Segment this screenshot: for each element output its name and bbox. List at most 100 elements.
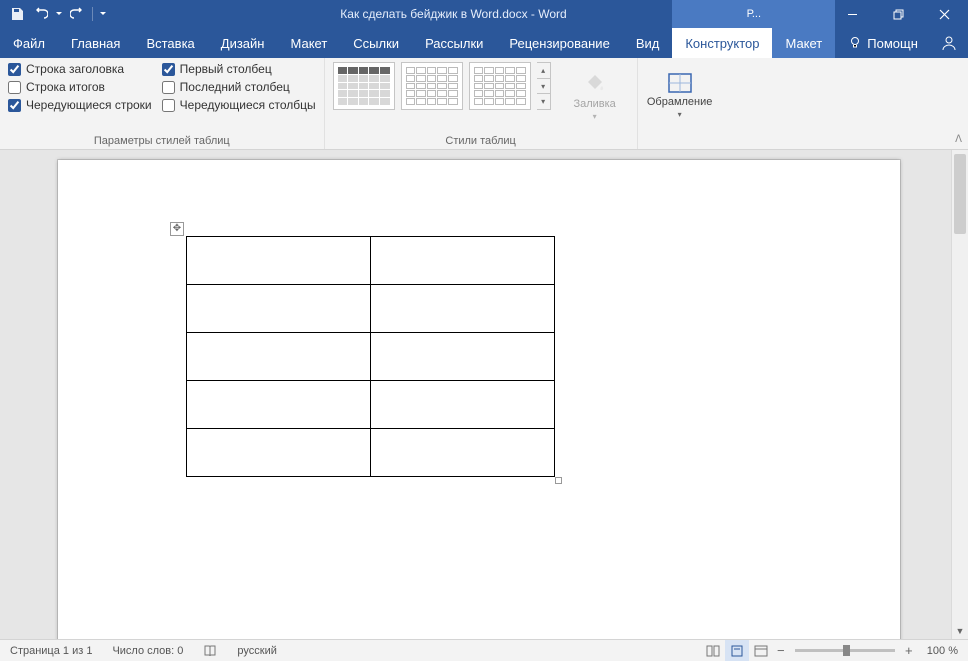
scroll-down[interactable]: ▼ bbox=[952, 622, 968, 639]
group-label-borders bbox=[646, 133, 714, 147]
chevron-down-icon bbox=[99, 10, 107, 18]
table-row[interactable] bbox=[187, 429, 555, 477]
table-styles-gallery: ▴▾▾ bbox=[333, 62, 551, 110]
shading-label: Заливка bbox=[573, 98, 615, 110]
qat-customize[interactable] bbox=[97, 3, 109, 25]
minimize-icon bbox=[847, 9, 858, 20]
table-move-handle[interactable]: ✥ bbox=[170, 222, 184, 236]
status-words[interactable]: Число слов: 0 bbox=[102, 640, 193, 661]
chevron-down-icon: ▾ bbox=[593, 112, 597, 121]
document-name: Как сделать бейджик в Word.docx bbox=[340, 7, 527, 21]
table-cell[interactable] bbox=[371, 429, 555, 477]
table-style-1[interactable] bbox=[333, 62, 395, 110]
table-tools-tabs: Р... Конструктор Макет bbox=[672, 28, 835, 58]
chk-last-column-input[interactable] bbox=[162, 81, 175, 94]
chk-banded-rows[interactable]: Чередующиеся строки bbox=[8, 98, 152, 112]
ribbon-tabs: Файл Главная Вставка Дизайн Макет Ссылки… bbox=[0, 28, 968, 58]
table-resize-handle[interactable] bbox=[555, 477, 562, 484]
tab-file[interactable]: Файл bbox=[0, 28, 58, 58]
tab-home[interactable]: Главная bbox=[58, 28, 133, 58]
save-button[interactable] bbox=[6, 3, 28, 25]
minimize-button[interactable] bbox=[830, 0, 874, 28]
chk-banded-rows-input[interactable] bbox=[8, 99, 21, 112]
web-icon bbox=[754, 645, 768, 657]
table-row[interactable] bbox=[187, 285, 555, 333]
view-print-layout[interactable] bbox=[725, 640, 749, 661]
undo-button[interactable] bbox=[30, 3, 52, 25]
view-web-layout[interactable] bbox=[749, 640, 773, 661]
tab-design[interactable]: Дизайн bbox=[208, 28, 278, 58]
table-row[interactable] bbox=[187, 333, 555, 381]
chk-total-row[interactable]: Строка итогов bbox=[8, 80, 152, 94]
table-style-3[interactable] bbox=[469, 62, 531, 110]
zoom-knob[interactable] bbox=[843, 645, 850, 656]
status-page[interactable]: Страница 1 из 1 bbox=[0, 640, 102, 661]
view-read-mode[interactable] bbox=[701, 640, 725, 661]
undo-dropdown[interactable] bbox=[54, 3, 64, 25]
chk-first-column-input[interactable] bbox=[162, 63, 175, 76]
borders-button[interactable]: Обрамление ▾ bbox=[646, 62, 714, 128]
group-label-style-options: Параметры стилей таблиц bbox=[8, 133, 316, 147]
chk-header-row-input[interactable] bbox=[8, 63, 21, 76]
status-language[interactable]: русский bbox=[227, 640, 286, 661]
redo-button[interactable] bbox=[66, 3, 88, 25]
account-button[interactable] bbox=[931, 28, 967, 58]
tab-table-layout[interactable]: Макет bbox=[772, 28, 835, 58]
tab-references[interactable]: Ссылки bbox=[340, 28, 412, 58]
restore-icon bbox=[893, 9, 904, 20]
table-cell[interactable] bbox=[371, 237, 555, 285]
tab-review[interactable]: Рецензирование bbox=[496, 28, 622, 58]
status-spellcheck[interactable] bbox=[193, 640, 227, 661]
app-name: - Word bbox=[528, 7, 567, 21]
table-cell[interactable] bbox=[371, 285, 555, 333]
table-cell[interactable] bbox=[187, 333, 371, 381]
chk-first-column[interactable]: Первый столбец bbox=[162, 62, 316, 76]
group-label-table-styles: Стили таблиц bbox=[333, 133, 629, 147]
restore-button[interactable] bbox=[876, 0, 920, 28]
close-icon bbox=[939, 9, 950, 20]
person-icon bbox=[941, 35, 957, 51]
collapse-ribbon[interactable]: ᐱ bbox=[955, 134, 962, 145]
style-options-col1: Строка заголовка Строка итогов Чередующи… bbox=[8, 62, 152, 112]
quick-access-toolbar bbox=[0, 0, 115, 28]
scroll-thumb[interactable] bbox=[954, 154, 966, 234]
chk-header-row[interactable]: Строка заголовка bbox=[8, 62, 152, 76]
close-button[interactable] bbox=[922, 0, 966, 28]
book-icon bbox=[203, 644, 217, 658]
table-cell[interactable] bbox=[187, 429, 371, 477]
tab-insert[interactable]: Вставка bbox=[133, 28, 207, 58]
table-cell[interactable] bbox=[187, 237, 371, 285]
tell-me[interactable]: Помощн bbox=[835, 28, 931, 58]
chk-total-row-input[interactable] bbox=[8, 81, 21, 94]
document-table[interactable] bbox=[186, 236, 555, 477]
table-cell[interactable] bbox=[187, 285, 371, 333]
tab-mailings[interactable]: Рассылки bbox=[412, 28, 496, 58]
vertical-scrollbar[interactable]: ▲ ▼ bbox=[951, 150, 968, 639]
tab-layout[interactable]: Макет bbox=[277, 28, 340, 58]
zoom-out[interactable]: − bbox=[773, 643, 789, 658]
bucket-icon bbox=[582, 70, 608, 96]
status-bar: Страница 1 из 1 Число слов: 0 русский − … bbox=[0, 639, 968, 661]
table-cell[interactable] bbox=[371, 333, 555, 381]
chk-last-column[interactable]: Последний столбец bbox=[162, 80, 316, 94]
zoom-slider[interactable] bbox=[795, 649, 895, 652]
tab-table-design[interactable]: Конструктор bbox=[672, 28, 772, 58]
table-cell[interactable] bbox=[187, 381, 371, 429]
tab-view[interactable]: Вид bbox=[623, 28, 673, 58]
table-tools-header: Р... bbox=[672, 0, 835, 28]
zoom-level[interactable]: 100 % bbox=[917, 640, 968, 661]
style-options-col2: Первый столбец Последний столбец Чередую… bbox=[162, 62, 316, 112]
chevron-down-icon bbox=[55, 10, 63, 18]
table-cell[interactable] bbox=[371, 381, 555, 429]
table-row[interactable] bbox=[187, 237, 555, 285]
group-table-styles: ▴▾▾ Заливка ▾ Стили таблиц bbox=[325, 58, 638, 149]
table-styles-more[interactable]: ▴▾▾ bbox=[537, 62, 551, 110]
chk-banded-columns-input[interactable] bbox=[162, 99, 175, 112]
shading-button[interactable]: Заливка ▾ bbox=[561, 62, 629, 128]
table-style-2[interactable] bbox=[401, 62, 463, 110]
qat-separator bbox=[92, 7, 93, 21]
table-row[interactable] bbox=[187, 381, 555, 429]
zoom-in[interactable]: + bbox=[901, 643, 917, 658]
page[interactable]: ✥ bbox=[58, 160, 900, 639]
chk-banded-columns[interactable]: Чередующиеся столбцы bbox=[162, 98, 316, 112]
